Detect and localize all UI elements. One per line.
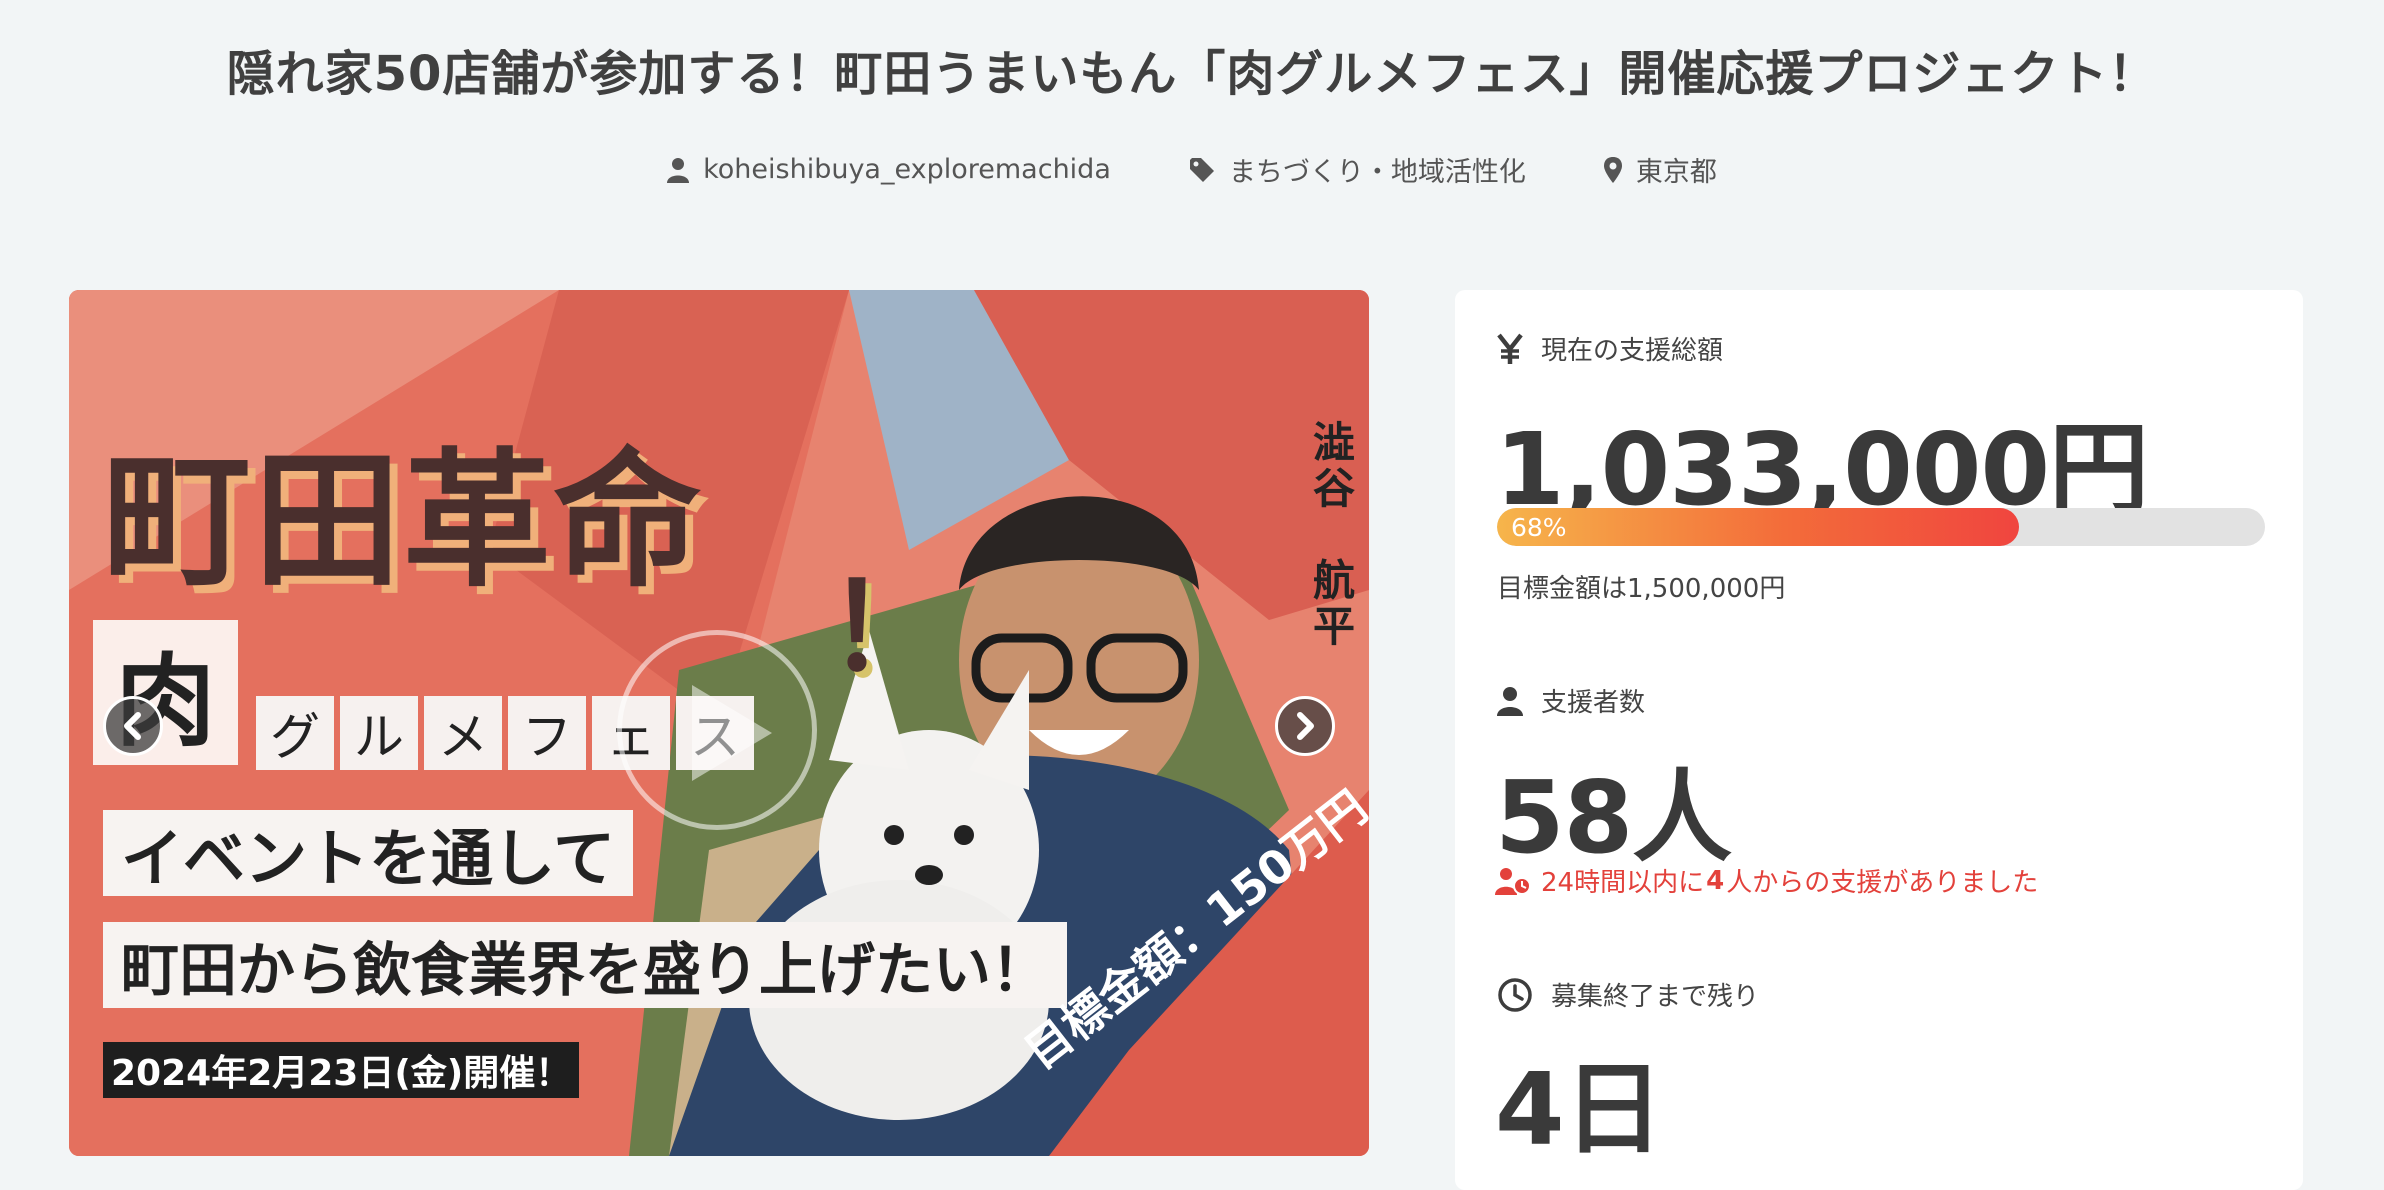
funding-progress-bar: 68%	[1497, 508, 2265, 546]
remaining-label-row: 募集終了まで残り	[1497, 976, 1759, 1013]
hero-exclamation: ！	[827, 559, 947, 698]
user-icon	[1497, 686, 1523, 716]
funding-stats-card: 現在の支援総額 1,033,000円 68% 目標金額は1,500,000円 支…	[1455, 290, 2303, 1190]
recent-count: 4	[1706, 865, 1725, 896]
yen-icon	[1497, 333, 1523, 364]
chevron-right-icon	[1297, 712, 1314, 740]
owner-name: koheishibuya_exploremachida	[703, 154, 1111, 185]
recent-suffix: 人からの支援がありました	[1726, 868, 2039, 898]
user-clock-icon	[1495, 867, 1531, 895]
play-icon[interactable]	[617, 630, 817, 830]
progress-label: 68%	[1511, 512, 1567, 542]
total-label: 現在の支援総額	[1541, 336, 1724, 366]
gourmet-char: フ	[508, 696, 586, 770]
backers-label-row: 支援者数	[1497, 682, 1645, 719]
recent-backers-notice: 24時間以内に 4 人からの支援がありました	[1495, 862, 2038, 899]
category-name: まちづくり・地域活性化	[1228, 157, 1526, 188]
hero-date: 2024年2月23日(金)開催！	[103, 1042, 580, 1098]
clock-icon	[1498, 977, 1532, 1012]
hero-line1: イベントを通して	[103, 810, 634, 896]
location-name: 東京都	[1635, 157, 1717, 188]
goal-amount-text: 目標金額は1,500,000円	[1497, 574, 1786, 604]
progress-fill: 68%	[1497, 508, 2020, 546]
backers-label: 支援者数	[1541, 688, 1646, 718]
project-meta: koheishibuya_exploremachida まちづくり・地域活性化 …	[0, 150, 2384, 189]
total-label-row: 現在の支援総額	[1497, 330, 1723, 367]
hero-line2: 町田から飲食業界を盛り上げたい！	[103, 922, 1068, 1008]
hero-name-bottom: 航平	[1312, 556, 1355, 651]
category-link[interactable]: まちづくり・地域活性化	[1189, 150, 1526, 189]
remaining-days: 4日	[1495, 1051, 1664, 1168]
hero-headline: 町田革命	[103, 433, 703, 607]
project-main-image[interactable]: 町田革命 ！ 肉 グ ル メ フ ェ ス イベントを通して 町田から飲食業界を盛…	[69, 290, 1369, 1156]
carousel-prev-button[interactable]	[103, 696, 163, 756]
chevron-left-icon	[124, 712, 141, 740]
owner-link[interactable]: koheishibuya_exploremachida	[667, 154, 1111, 185]
gourmet-char: ル	[340, 696, 418, 770]
tag-icon	[1189, 157, 1214, 182]
map-pin-icon	[1603, 156, 1622, 183]
user-icon	[667, 157, 690, 183]
carousel-next-button[interactable]	[1275, 696, 1335, 756]
gourmet-char: グ	[256, 696, 334, 770]
hero-name-top: 澁谷	[1312, 418, 1355, 513]
project-title: 隠れ家50店舗が参加する！町田うまいもん「肉グルメフェス」開催応援プロジェクト！	[226, 46, 2158, 102]
location-link[interactable]: 東京都	[1603, 150, 1717, 189]
gourmet-char: メ	[424, 696, 502, 770]
backers-count: 58人	[1495, 759, 1732, 876]
recent-prefix: 24時間以内に	[1541, 868, 1705, 898]
remaining-label: 募集終了まで残り	[1551, 982, 1760, 1012]
